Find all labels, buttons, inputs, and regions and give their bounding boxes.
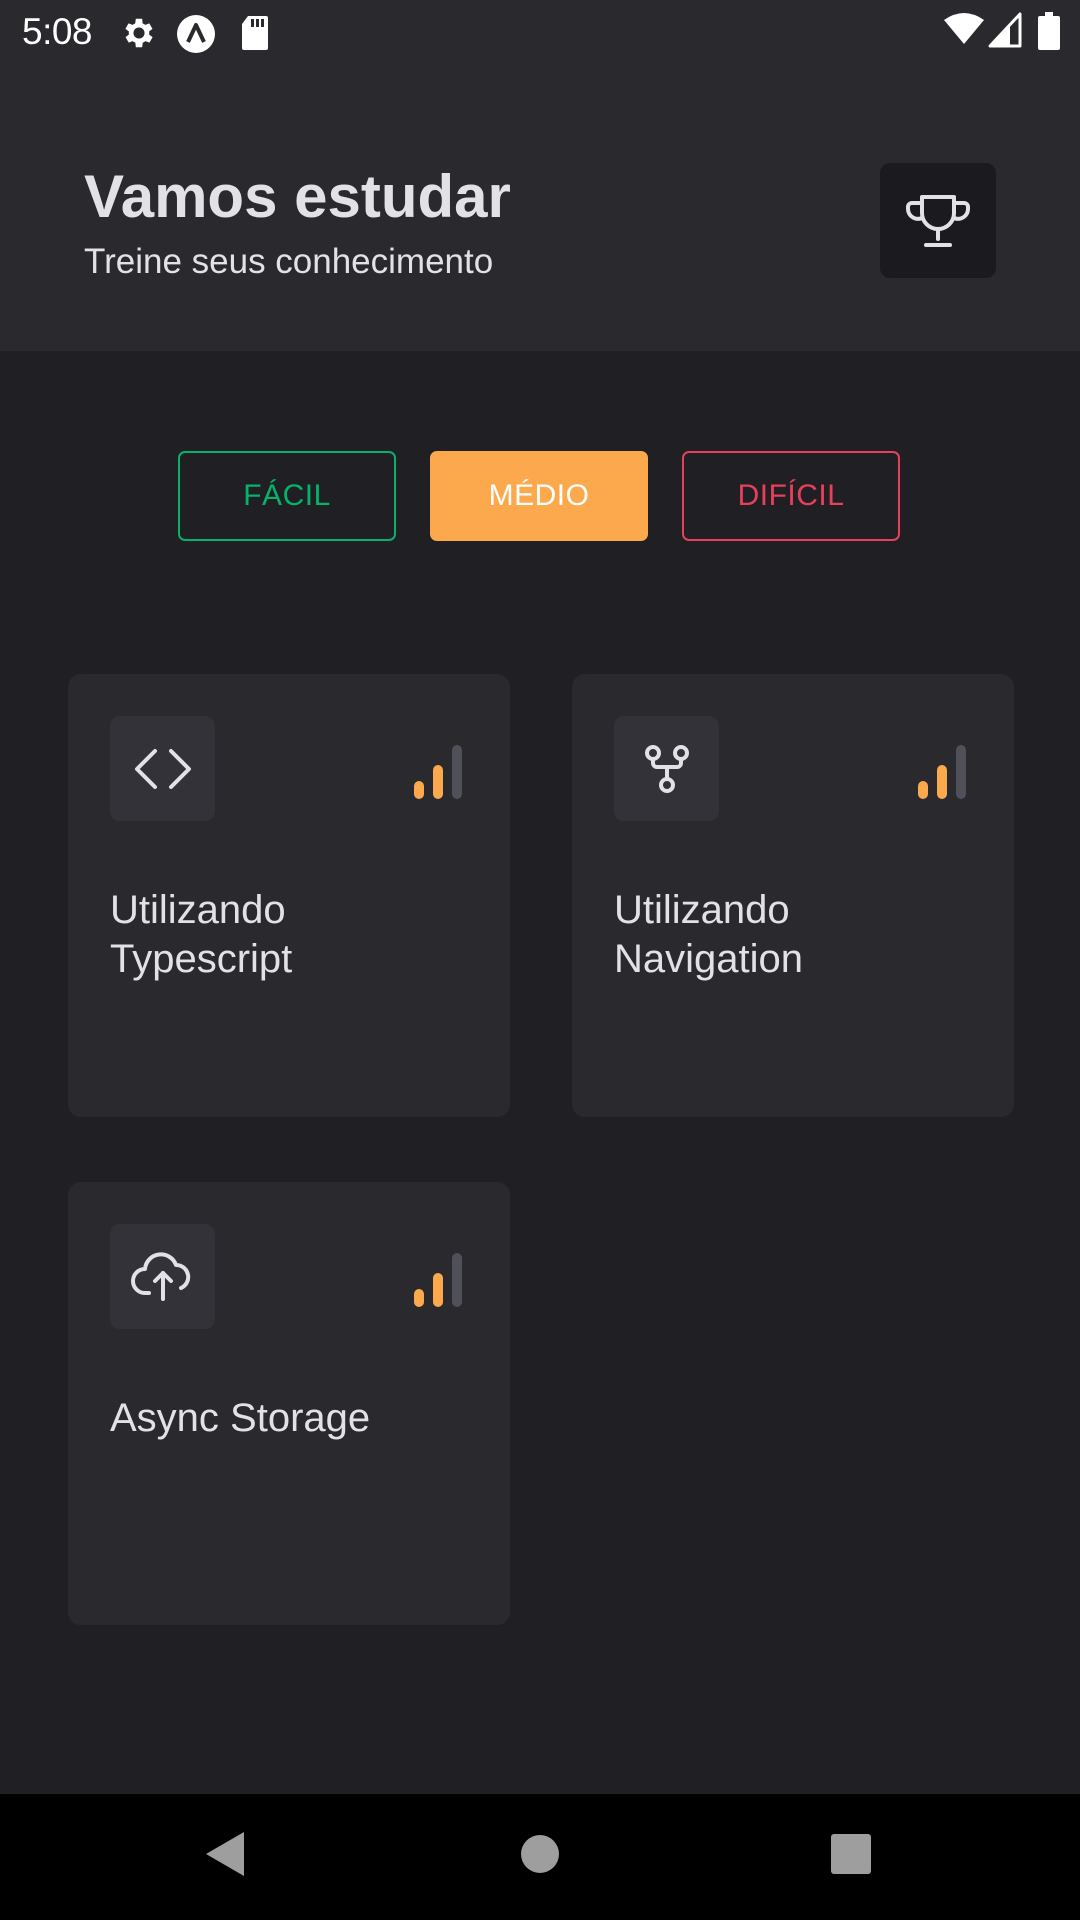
quiz-card-async-storage[interactable]: Async Storage bbox=[68, 1182, 510, 1625]
sd-card-icon bbox=[242, 16, 268, 50]
status-bar: 5:08 bbox=[0, 0, 1080, 64]
recents-square-icon[interactable] bbox=[830, 1830, 872, 1878]
quiz-icon-box bbox=[110, 716, 215, 821]
gear-icon bbox=[125, 18, 153, 48]
level-filter-medium[interactable]: MÉDIO bbox=[430, 451, 648, 541]
quiz-title: Async Storage bbox=[110, 1396, 371, 1440]
quiz-title: Utilizando Typescript bbox=[110, 888, 293, 981]
quiz-card-typescript[interactable]: Utilizando Typescript bbox=[68, 674, 510, 1117]
level-bars-icon bbox=[414, 1253, 462, 1307]
ranking-button[interactable] bbox=[880, 163, 996, 278]
level-filter-easy[interactable]: FÁCIL bbox=[178, 451, 396, 541]
quiz-icon-box bbox=[614, 716, 719, 821]
app-screen: 5:08 Vamos estudar Treine seus conhecime… bbox=[0, 0, 1080, 1920]
level-filter-hard[interactable]: DIFÍCIL bbox=[682, 451, 900, 541]
back-triangle-icon[interactable] bbox=[204, 1830, 246, 1878]
level-bars-icon bbox=[414, 745, 462, 799]
quiz-card-navigation[interactable]: Utilizando Navigation bbox=[572, 674, 1014, 1117]
page-subtitle: Treine seus conhecimento bbox=[84, 242, 494, 281]
trophy-icon bbox=[906, 194, 970, 247]
wifi-icon bbox=[944, 13, 984, 44]
app-notification-icon bbox=[177, 15, 215, 53]
page-title: Vamos estudar bbox=[84, 163, 511, 230]
cloud-upload-icon bbox=[130, 1251, 190, 1301]
header: Vamos estudar Treine seus conhecimento bbox=[0, 64, 1080, 351]
quiz-icon-box bbox=[110, 1224, 215, 1329]
home-circle-icon[interactable] bbox=[520, 1830, 560, 1878]
quiz-title: Utilizando Navigation bbox=[614, 888, 804, 981]
level-bars-icon bbox=[918, 745, 966, 799]
system-nav-bar bbox=[0, 1794, 1080, 1920]
battery-icon bbox=[1038, 12, 1060, 50]
cell-signal-icon bbox=[988, 12, 1022, 48]
status-time: 5:08 bbox=[22, 11, 93, 52]
code-icon bbox=[134, 748, 191, 789]
git-fork-icon bbox=[644, 744, 689, 793]
